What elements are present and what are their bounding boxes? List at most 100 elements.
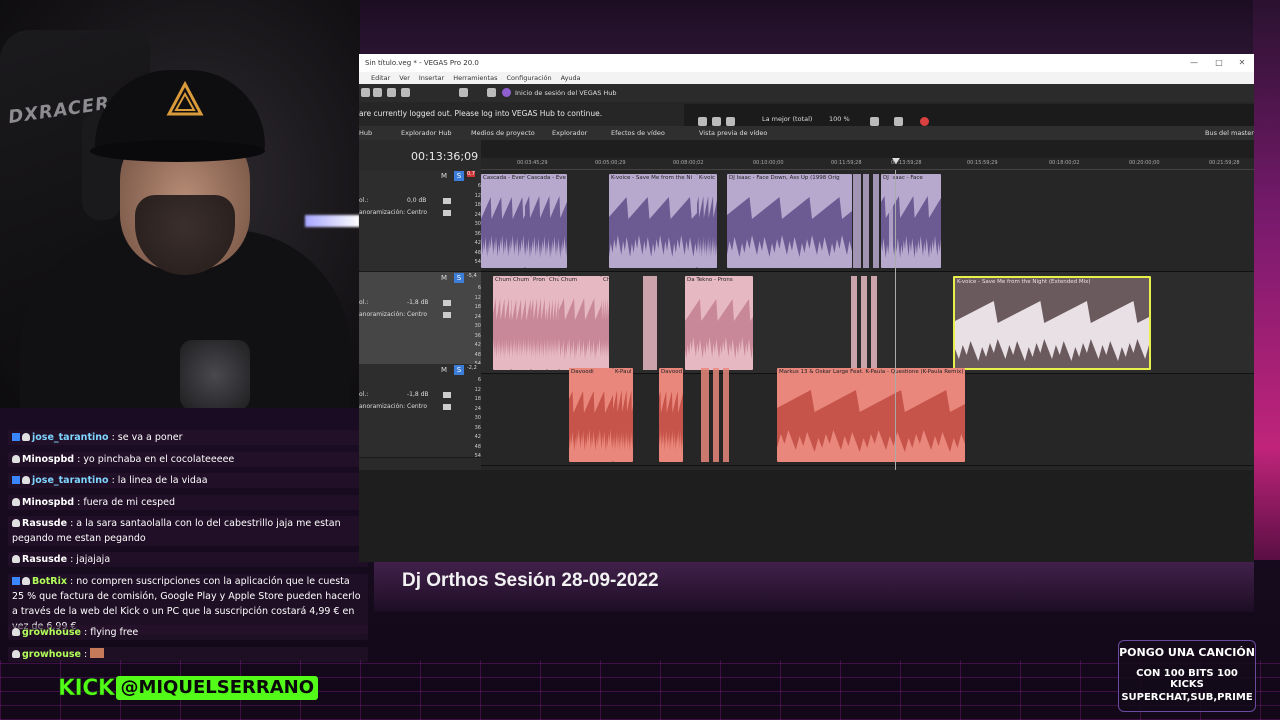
audio-clip[interactable]: Chum (559, 276, 601, 370)
clip-label: K-Paul (615, 369, 632, 375)
fx-icon[interactable] (726, 117, 735, 126)
chat-username[interactable]: growhouse (22, 649, 81, 660)
volume-slider[interactable] (443, 392, 451, 398)
track-header[interactable]: M S 0,7 ol.: 0,0 dB anoramización: Centro 6 12 18… (359, 170, 481, 272)
solo-button[interactable]: S (454, 171, 464, 181)
chat-username[interactable]: Rasusde (22, 554, 67, 565)
render-icon[interactable] (387, 88, 396, 97)
audio-clip[interactable]: Markus 13 & Oskar Large Feat. K-Paula - … (777, 368, 965, 462)
volume-value[interactable]: -1,8 dB (407, 391, 429, 398)
clip-label: Chum (495, 277, 511, 283)
audio-clip[interactable]: Ch (601, 276, 609, 370)
pan-slider[interactable] (443, 210, 451, 216)
track-header[interactable]: M S -5,4 ol.: -1,8 dB anoramización: Centro 6 12… (359, 272, 481, 374)
audio-clip[interactable]: Pron (531, 276, 547, 370)
menu-item[interactable]: Configuración (506, 72, 551, 84)
tab-item[interactable]: Explorador (552, 126, 587, 140)
open-icon[interactable] (361, 88, 370, 97)
volume-slider[interactable] (443, 300, 451, 306)
volume-value[interactable]: -1,8 dB (407, 299, 429, 306)
tab-item[interactable]: Bus del master (1205, 126, 1254, 140)
tab-item[interactable]: Efectos de vídeo (611, 126, 665, 140)
audio-clip[interactable]: DJ Isaac - Face Down, Ass Up (1998 Orig (727, 174, 852, 268)
timeline-ruler[interactable]: 00:03:45;29 00:05:00;29 00:08:00;02 00:10:0… (481, 158, 1254, 170)
clip-fragment[interactable] (861, 276, 867, 370)
chat-text: : yo pinchaba en el cocolateeeee (77, 454, 235, 465)
db-tick: 18 (474, 396, 481, 402)
clip-fragment[interactable] (723, 368, 729, 462)
snapshot-icon[interactable] (894, 117, 903, 126)
peak-meter-value: 0,7 (467, 171, 475, 177)
preview-quality-select[interactable]: La mejor (total) (762, 115, 812, 123)
tab-item[interactable]: Hub (359, 126, 372, 140)
mute-button[interactable]: M (441, 366, 447, 374)
menu-item[interactable]: Herramientas (453, 72, 497, 84)
close-button[interactable]: ✕ (1227, 54, 1254, 72)
undo-icon[interactable] (459, 88, 468, 97)
audio-clip[interactable]: K-voice - Save Me from the Ni (609, 174, 697, 268)
save-icon[interactable] (373, 88, 382, 97)
chat-username[interactable]: BotRix (32, 576, 67, 587)
record-icon[interactable] (920, 117, 929, 126)
chat-username[interactable]: jose_tarantino (32, 432, 109, 443)
pan-slider[interactable] (443, 312, 451, 318)
pan-value[interactable]: Centro (407, 403, 427, 410)
playhead-marker[interactable] (892, 158, 900, 164)
menu-item[interactable]: Insertar (419, 72, 444, 84)
clip-fragment[interactable] (871, 276, 877, 370)
audio-clip[interactable]: Chum (493, 276, 511, 370)
grid-icon[interactable] (870, 117, 879, 126)
audio-clip[interactable]: Davood (659, 368, 683, 462)
chat-username[interactable]: Rasusde (22, 518, 67, 529)
track-lane[interactable]: Davoodi K-Paul Davood Markus 13 & Oskar Lar… (481, 364, 1254, 466)
audio-clip[interactable]: K-voice - Save Me from the Night (Extend… (953, 276, 1151, 370)
settings-gear-icon[interactable] (401, 88, 410, 97)
track-lane[interactable]: Cascada - Every Cascada - Eve K-voice - Sa… (481, 170, 1254, 272)
tab-item[interactable]: Explorador Hub (401, 126, 452, 140)
pan-slider[interactable] (443, 404, 451, 410)
audio-clip[interactable]: Chum (547, 276, 559, 370)
track-header[interactable]: M S -2,2 ol.: -1,8 dB anoramización: Centro 6 12… (359, 364, 481, 459)
audio-clip[interactable]: Cascada - Every (481, 174, 525, 268)
menu-item[interactable]: Editar (371, 72, 390, 84)
audio-clip[interactable]: Da Tekno - Prons (685, 276, 753, 370)
chat-username[interactable]: Minospbd (22, 454, 74, 465)
clip-fragment[interactable] (889, 174, 893, 268)
audio-clip[interactable]: K-voic (697, 174, 717, 268)
audio-clip[interactable]: Davoodi (569, 368, 613, 462)
volume-value[interactable]: 0,0 dB (407, 197, 426, 204)
solo-button[interactable]: S (454, 365, 464, 375)
pan-value[interactable]: Centro (407, 311, 427, 318)
timeline-area[interactable]: Cascada - Every Cascada - Eve K-voice - Sa… (481, 170, 1254, 470)
hub-login-label[interactable]: Inicio de sesión del VEGAS Hub (515, 84, 617, 102)
clip-fragment[interactable] (713, 368, 719, 462)
tab-item[interactable]: Vista previa de vídeo (699, 126, 767, 140)
tab-item[interactable]: Medios de proyecto (471, 126, 535, 140)
clip-fragment[interactable] (863, 174, 869, 268)
audio-clip[interactable]: Chum (511, 276, 531, 370)
menu-item[interactable]: Ver (399, 72, 410, 84)
clip-fragment[interactable] (851, 276, 857, 370)
redo-icon[interactable] (487, 88, 496, 97)
vegas-hub-icon[interactable] (502, 88, 511, 97)
preview-zoom-select[interactable]: 100 % (829, 115, 850, 123)
chat-username[interactable]: jose_tarantino (32, 475, 109, 486)
audio-clip[interactable]: K-Paul (613, 368, 633, 462)
clip-fragment[interactable] (643, 276, 657, 370)
menu-item[interactable]: Ayuda (561, 72, 581, 84)
volume-slider[interactable] (443, 198, 451, 204)
clip-fragment[interactable] (873, 174, 879, 268)
chat-username[interactable]: growhouse (22, 627, 81, 638)
clip-fragment[interactable] (701, 368, 709, 462)
mute-button[interactable]: M (441, 172, 447, 180)
solo-button[interactable]: S (454, 273, 464, 283)
track-lane[interactable]: ChumChumPronChumChumDa Tekno - PronsChK-… (481, 272, 1254, 374)
chat-username[interactable]: Minospbd (22, 497, 74, 508)
audio-clip[interactable]: Cascada - Eve (525, 174, 567, 268)
preview-settings-icon[interactable] (698, 117, 707, 126)
clip-label: Cascada - Every (483, 175, 525, 181)
pan-value[interactable]: Centro (407, 209, 427, 216)
split-screen-icon[interactable] (712, 117, 721, 126)
mute-button[interactable]: M (441, 274, 447, 282)
clip-fragment[interactable] (853, 174, 861, 268)
